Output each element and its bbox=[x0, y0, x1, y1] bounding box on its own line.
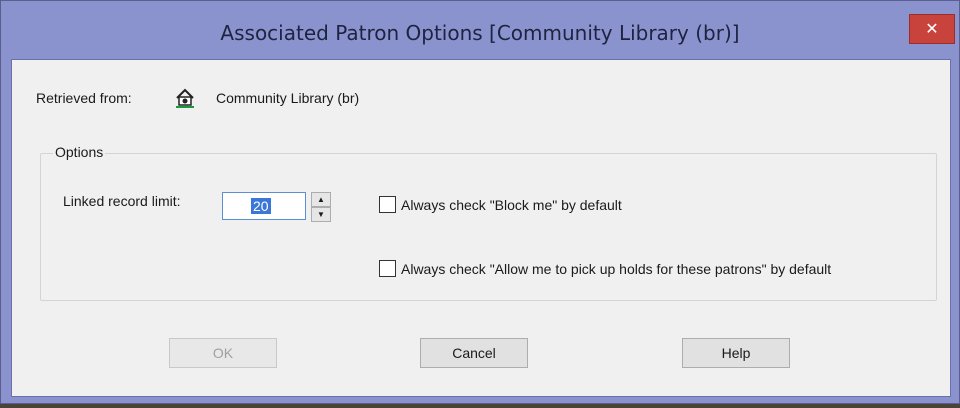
block-me-option[interactable]: Always check "Block me" by default bbox=[379, 196, 622, 213]
linked-record-limit-label: Linked record limit: bbox=[63, 193, 181, 209]
arrow-up-icon: ▲ bbox=[317, 195, 325, 204]
arrow-down-icon: ▼ bbox=[317, 210, 325, 219]
ok-button[interactable]: OK bbox=[169, 338, 277, 368]
retrieved-from-row: Retrieved from: Community Library (br) bbox=[36, 87, 359, 109]
block-me-checkbox[interactable] bbox=[379, 196, 396, 213]
dialog-window: Associated Patron Options [Community Lib… bbox=[0, 0, 960, 404]
allow-pickup-option[interactable]: Always check "Allow me to pick up holds … bbox=[379, 260, 831, 277]
dialog-body: Retrieved from: Community Library (br) O… bbox=[11, 59, 951, 397]
linked-record-limit-value: 20 bbox=[251, 198, 271, 214]
library-home-icon bbox=[174, 87, 196, 109]
spin-down-button[interactable]: ▼ bbox=[311, 207, 331, 222]
spin-up-button[interactable]: ▲ bbox=[311, 192, 331, 207]
title-bar[interactable]: Associated Patron Options [Community Lib… bbox=[1, 1, 959, 57]
close-button[interactable]: ✕ bbox=[909, 14, 955, 44]
block-me-label: Always check "Block me" by default bbox=[401, 196, 622, 213]
retrieved-from-label: Retrieved from: bbox=[36, 90, 132, 106]
retrieved-from-value: Community Library (br) bbox=[216, 90, 360, 106]
linked-record-limit-spinner: ▲ ▼ bbox=[311, 192, 331, 222]
linked-record-limit-input[interactable]: 20 bbox=[222, 192, 306, 220]
close-icon: ✕ bbox=[925, 21, 939, 38]
options-group: Options Linked record limit: 20 ▲ ▼ Alwa… bbox=[40, 144, 937, 301]
allow-pickup-checkbox[interactable] bbox=[379, 260, 396, 277]
dialog-title: Associated Patron Options [Community Lib… bbox=[220, 21, 740, 45]
options-group-label: Options bbox=[53, 144, 106, 160]
allow-pickup-label: Always check "Allow me to pick up holds … bbox=[401, 260, 832, 277]
cancel-button[interactable]: Cancel bbox=[420, 338, 528, 368]
help-button[interactable]: Help bbox=[682, 338, 790, 368]
